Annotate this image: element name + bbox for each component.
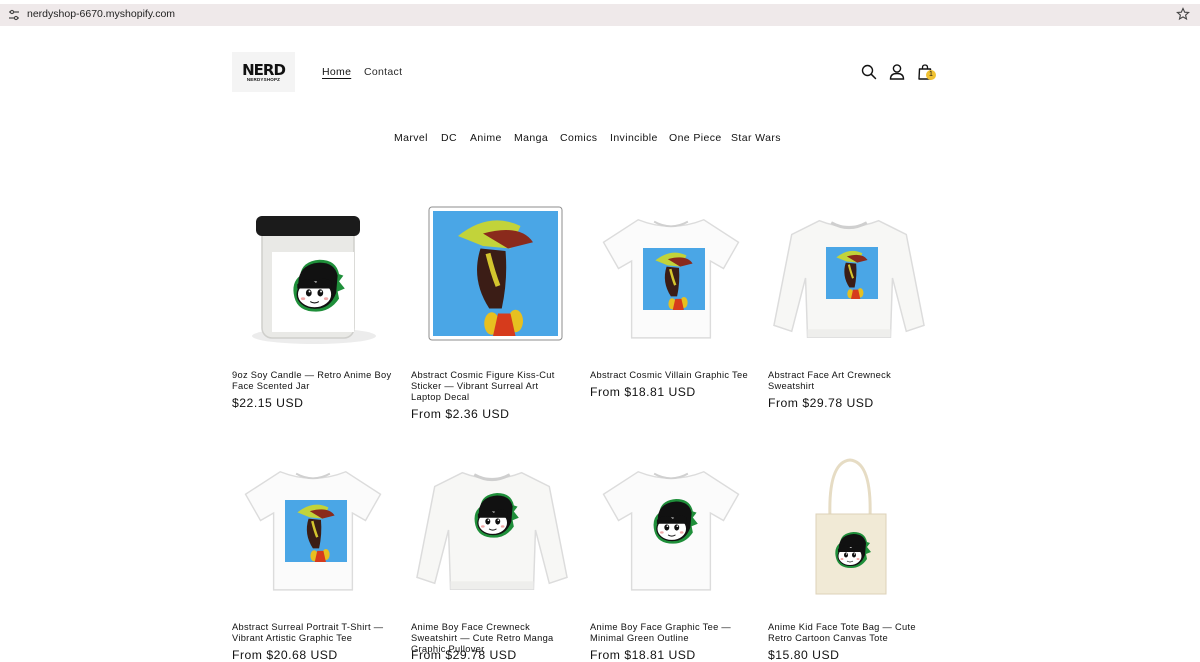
nav-contact-link[interactable]: Contact [364,66,402,78]
logo-subtext: NERDYSHOPZ [246,76,281,82]
cart-count-badge: 1 [926,70,936,80]
category-manga[interactable]: Manga [514,132,548,144]
product-image-sticker[interactable] [411,190,574,358]
store-logo[interactable]: NERD NERDYSHOPZ [232,52,295,92]
product-image-tote-bag[interactable] [768,442,931,610]
logo-text: NERD [242,60,286,79]
category-star-wars[interactable]: Star Wars [731,132,781,144]
product-image-tee-abstract[interactable] [590,190,753,358]
product-image-candle[interactable] [232,190,395,358]
category-anime[interactable]: Anime [470,132,502,144]
product-image-tee-abstract-cream[interactable] [232,442,395,610]
product-title[interactable]: 9oz Soy Candle — Retro Anime Boy Face Sc… [232,370,392,392]
product-price: $15.80 USD [768,648,840,662]
product-title[interactable]: Abstract Face Art Crewneck Sweatshirt [768,370,928,392]
product-title[interactable]: Anime Boy Face Graphic Tee — Minimal Gre… [590,622,750,644]
product-price: From $20.68 USD [232,648,338,662]
category-comics[interactable]: Comics [560,132,597,144]
product-title[interactable]: Abstract Cosmic Villain Graphic Tee [590,370,750,381]
product-price: From $2.36 USD [411,407,510,421]
category-invincible[interactable]: Invincible [610,132,658,144]
product-price: From $18.81 USD [590,385,696,399]
product-image-sweatshirt-abstract[interactable] [768,190,931,358]
product-title[interactable]: Abstract Surreal Portrait T-Shirt — Vibr… [232,622,392,644]
category-one-piece[interactable]: One Piece [669,132,722,144]
product-image-sweatshirt-anime[interactable] [411,442,574,610]
nav-home-link[interactable]: Home [322,66,351,78]
product-price: From $29.78 USD [768,396,874,410]
product-price: $22.15 USD [232,396,304,410]
url-text[interactable]: nerdyshop-6670.myshopify.com [27,8,175,20]
search-icon[interactable] [860,63,878,81]
category-marvel[interactable]: Marvel [394,132,428,144]
bookmark-star-icon[interactable] [1176,7,1190,21]
category-dc[interactable]: DC [441,132,457,144]
product-title[interactable]: Abstract Cosmic Figure Kiss-Cut Sticker … [411,370,571,403]
product-price: From $18.81 USD [590,648,696,662]
product-price: From $29.78 USD [411,648,517,662]
product-title[interactable]: Anime Kid Face Tote Bag — Cute Retro Car… [768,622,928,644]
account-icon[interactable] [888,63,906,81]
browser-address-bar[interactable]: nerdyshop-6670.myshopify.com [0,4,1200,26]
site-settings-icon[interactable] [7,8,21,22]
product-image-tee-anime[interactable] [590,442,753,610]
